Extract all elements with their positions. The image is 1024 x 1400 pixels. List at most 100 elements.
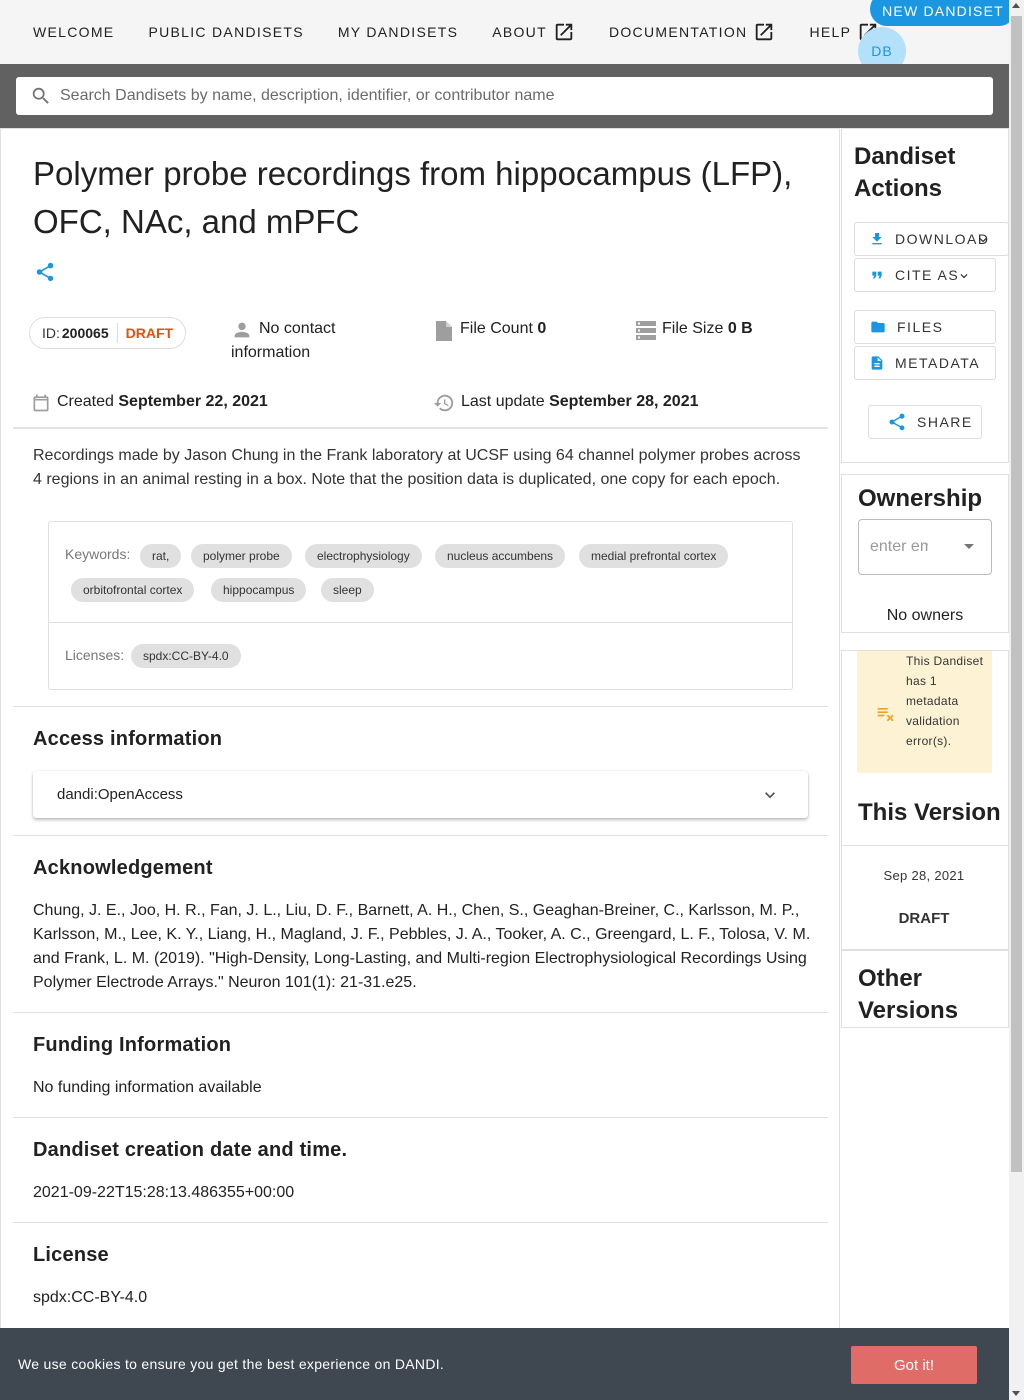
file-size: File Size 0 B: [636, 317, 753, 343]
files-button[interactable]: FILES: [854, 310, 996, 344]
license-text: spdx:CC-BY-4.0: [33, 1289, 148, 1306]
new-dandiset-button[interactable]: NEW DANDISET: [870, 0, 1016, 26]
ownership-title: Ownership: [858, 485, 983, 512]
nav-my-dandisets[interactable]: MY DANDISETS: [321, 14, 475, 50]
share-button[interactable]: SHARE: [868, 405, 982, 439]
nav-welcome[interactable]: WELCOME: [16, 14, 131, 50]
folder-icon: [871, 321, 885, 333]
nav-about[interactable]: ABOUT: [475, 14, 592, 50]
file-count-label: File Count: [460, 320, 533, 337]
divider: [13, 1222, 828, 1223]
nav-documentation[interactable]: DOCUMENTATION: [592, 14, 792, 50]
page-title: Polymer probe recordings from hippocampu…: [33, 155, 793, 240]
chevron-down-icon: [979, 238, 987, 243]
dropdown-arrow-icon: [964, 544, 974, 549]
file-count-value: 0: [537, 320, 547, 337]
scroll-down-arrow-icon[interactable]: [1012, 1391, 1020, 1396]
metadata-label: METADATA: [895, 355, 981, 371]
calendar-icon: [33, 394, 49, 412]
search-band: [0, 64, 1009, 128]
updated-label: Last update: [461, 393, 545, 410]
funding-title: Funding Information: [33, 1034, 232, 1056]
search-input[interactable]: [60, 87, 960, 105]
metadata-button[interactable]: METADATA: [854, 346, 996, 380]
id-label: ID:: [42, 325, 60, 341]
cookie-banner: We use cookies to ensure you get the bes…: [0, 1328, 1009, 1400]
dandiset-id: 200065: [61, 325, 109, 341]
divider: [49, 622, 792, 623]
acknowledgement-title: Acknowledgement: [33, 857, 213, 879]
licenses-label: Licenses:: [65, 647, 125, 663]
access-info-title: Access information: [33, 728, 223, 750]
search-box: [16, 77, 993, 115]
status-badge: DRAFT: [125, 325, 174, 341]
file-icon: [436, 321, 452, 341]
external-link-icon: [756, 23, 773, 41]
creation-date-text: 2021-09-22T15:28:13.486355+00:00: [33, 1184, 295, 1201]
nav-about-label: ABOUT: [492, 24, 547, 40]
validation-warning[interactable]: This Dandiset has 1 metadata validation …: [857, 651, 992, 773]
cookie-accept-button[interactable]: Got it!: [851, 1346, 977, 1384]
created-date: Created September 22, 2021: [31, 390, 268, 414]
contact-info: No contact information: [231, 317, 381, 365]
quote-icon: [872, 271, 882, 279]
chip-divider: [116, 323, 118, 343]
share-icon: [889, 413, 905, 431]
created-value: September 22, 2021: [118, 393, 268, 410]
nav-documentation-label: DOCUMENTATION: [608, 24, 748, 40]
dandiset-description: Recordings made by Jason Chung in the Fr…: [33, 447, 801, 488]
divider: [13, 706, 828, 707]
cookie-text: We use cookies to ensure you get the bes…: [18, 1356, 445, 1372]
contact-text: No contact information: [231, 320, 336, 361]
cite-as-label: CITE AS: [895, 267, 960, 283]
nav-welcome-label: WELCOME: [33, 24, 115, 40]
owner-select[interactable]: [858, 519, 992, 575]
keyword-chip: medial prefrontal cortex: [579, 544, 729, 568]
playlist-remove-icon: [877, 708, 894, 722]
files-label: FILES: [897, 319, 944, 335]
keyword-chip: hippocampus: [211, 578, 307, 602]
file-size-value: 0 B: [727, 320, 753, 337]
external-link-icon: [555, 23, 573, 41]
download-button[interactable]: DOWNLOAD: [854, 222, 1009, 256]
divider: [841, 845, 1009, 846]
search-icon: [32, 87, 49, 104]
share-icon[interactable]: [34, 261, 56, 283]
dandiset-id-chip: ID: 200065 DRAFT: [29, 317, 187, 349]
scrollbar-thumb[interactable]: [1011, 16, 1022, 1172]
nav-my-dandisets-label: MY DANDISETS: [337, 24, 459, 40]
created-label: Created: [57, 393, 114, 410]
storage-icon: [636, 321, 656, 340]
keyword-chip: orbitofrontal cortex: [71, 578, 195, 602]
chevron-down-icon: [765, 792, 775, 799]
keywords-label: Keywords:: [65, 546, 131, 562]
keyword-chip: electrophysiology: [305, 544, 422, 568]
owner-email-input[interactable]: [870, 538, 928, 556]
cite-as-button[interactable]: CITE AS: [854, 258, 996, 292]
access-info-expander[interactable]: dandi:OpenAccess: [33, 771, 808, 818]
license-title: License: [33, 1244, 109, 1266]
license-chip: spdx:CC-BY-4.0: [131, 644, 241, 668]
this-version-title: This Version: [858, 799, 1001, 826]
dandiset-actions-title: Dandiset Actions: [854, 143, 956, 202]
nav-public-dandisets[interactable]: PUBLIC DANDISETS: [131, 14, 320, 50]
version-date: Sep 28, 2021: [883, 868, 965, 883]
history-icon: [433, 394, 454, 412]
download-icon: [872, 233, 882, 245]
updated-value: September 28, 2021: [549, 393, 699, 410]
divider: [13, 835, 828, 836]
last-update: Last update September 28, 2021: [433, 390, 699, 414]
version-draft-link[interactable]: DRAFT: [841, 910, 1007, 927]
acknowledgement-text: Chung, J. E., Joo, H. R., Fan, J. L., Li…: [33, 902, 811, 991]
nav-help-label: HELP: [809, 24, 852, 40]
file-count: File Count 0: [434, 317, 546, 343]
other-versions-title: Other Versions: [858, 965, 959, 1024]
document-icon: [871, 356, 883, 370]
keyword-chip: rat,: [140, 544, 182, 568]
file-size-label: File Size: [662, 320, 724, 337]
divider: [13, 427, 828, 429]
scroll-up-arrow-icon[interactable]: [1012, 3, 1020, 8]
divider: [13, 1117, 828, 1118]
no-owners-text: No owners: [886, 607, 964, 624]
divider: [13, 1012, 828, 1013]
